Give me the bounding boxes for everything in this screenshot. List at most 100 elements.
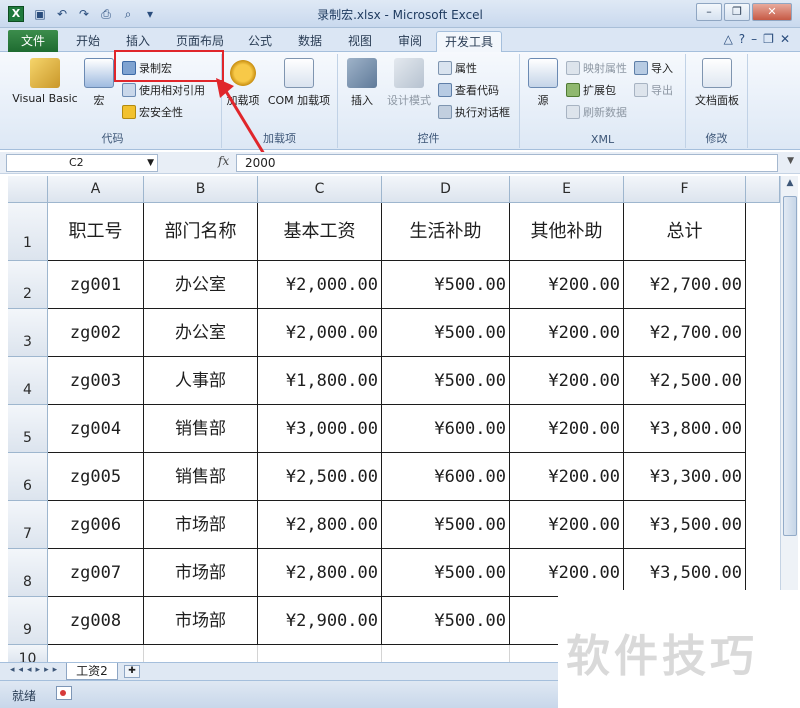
cell-a7[interactable]: zg006 xyxy=(48,501,144,549)
workbook-close-icon[interactable]: ✕ xyxy=(780,32,790,46)
cell-a9[interactable]: zg008 xyxy=(48,597,144,645)
row-header-9[interactable]: 9 xyxy=(8,597,48,645)
restore-icon[interactable]: ❐ xyxy=(724,3,750,21)
cell-c6[interactable]: ¥2,500.00 xyxy=(258,453,382,501)
cell-e3[interactable]: ¥200.00 xyxy=(510,309,624,357)
cell-c3[interactable]: ¥2,000.00 xyxy=(258,309,382,357)
tab-review[interactable]: 审阅 xyxy=(390,31,430,52)
row-header-7[interactable]: 7 xyxy=(8,501,48,549)
name-box-dropdown-icon[interactable]: ▼ xyxy=(147,155,154,171)
name-box[interactable]: C2 ▼ xyxy=(6,154,158,172)
tab-insert[interactable]: 插入 xyxy=(118,31,158,52)
cell-d10[interactable] xyxy=(382,645,510,662)
cell-b4[interactable]: 人事部 xyxy=(144,357,258,405)
column-header-a[interactable]: A xyxy=(48,176,144,203)
tab-view[interactable]: 视图 xyxy=(340,31,380,52)
row-header-5[interactable]: 5 xyxy=(8,405,48,453)
com-addins-button[interactable]: COM 加载项 xyxy=(264,58,334,108)
cell-b10[interactable] xyxy=(144,645,258,662)
xml-source-button[interactable]: 源 xyxy=(524,58,562,108)
cell-e4[interactable]: ¥200.00 xyxy=(510,357,624,405)
row-header-3[interactable]: 3 xyxy=(8,309,48,357)
cell-a10[interactable] xyxy=(48,645,144,662)
close-icon[interactable]: ✕ xyxy=(752,3,792,21)
cell-b6[interactable]: 销售部 xyxy=(144,453,258,501)
column-header-d[interactable]: D xyxy=(382,176,510,203)
cell-b7[interactable]: 市场部 xyxy=(144,501,258,549)
cell-c7[interactable]: ¥2,800.00 xyxy=(258,501,382,549)
cell-b3[interactable]: 办公室 xyxy=(144,309,258,357)
cell-f7[interactable]: ¥3,500.00 xyxy=(624,501,746,549)
cell-f3[interactable]: ¥2,700.00 xyxy=(624,309,746,357)
row-header-2[interactable]: 2 xyxy=(8,261,48,309)
cell-b2[interactable]: 办公室 xyxy=(144,261,258,309)
tab-developer[interactable]: 开发工具 xyxy=(436,31,502,52)
row-header-6[interactable]: 6 xyxy=(8,453,48,501)
macro-recording-icon[interactable] xyxy=(56,686,72,700)
minimize-ribbon-icon[interactable]: △ xyxy=(724,32,733,46)
tab-home[interactable]: 开始 xyxy=(68,31,108,52)
cell-e7[interactable]: ¥200.00 xyxy=(510,501,624,549)
use-relative-references-button[interactable]: 使用相对引用 xyxy=(122,82,205,100)
cell-d6[interactable]: ¥600.00 xyxy=(382,453,510,501)
cell-f1[interactable]: 总计 xyxy=(624,203,746,261)
insert-control-button[interactable]: 插入 xyxy=(342,58,382,108)
cell-d8[interactable]: ¥500.00 xyxy=(382,549,510,597)
cell-a8[interactable]: zg007 xyxy=(48,549,144,597)
cell-e1[interactable]: 其他补助 xyxy=(510,203,624,261)
help-icon[interactable]: ? xyxy=(739,32,745,46)
tab-formulas[interactable]: 公式 xyxy=(242,31,278,52)
cell-e6[interactable]: ¥200.00 xyxy=(510,453,624,501)
properties-button[interactable]: 属性 xyxy=(438,60,477,78)
cell-e5[interactable]: ¥200.00 xyxy=(510,405,624,453)
xml-import-button[interactable]: 导入 xyxy=(634,60,673,78)
cell-f6[interactable]: ¥3,300.00 xyxy=(624,453,746,501)
cell-a2[interactable]: zg001 xyxy=(48,261,144,309)
cell-a3[interactable]: zg002 xyxy=(48,309,144,357)
select-all-corner[interactable] xyxy=(8,176,48,203)
visual-basic-button[interactable]: Visual Basic xyxy=(8,58,82,105)
refresh-data-button[interactable]: 刷新数据 xyxy=(566,104,627,122)
macro-security-button[interactable]: 宏安全性 xyxy=(122,104,183,122)
cell-b1[interactable]: 部门名称 xyxy=(144,203,258,261)
macros-button[interactable]: 宏 xyxy=(84,58,114,108)
cell-b8[interactable]: 市场部 xyxy=(144,549,258,597)
column-header-f[interactable]: F xyxy=(624,176,746,203)
cell-c9[interactable]: ¥2,900.00 xyxy=(258,597,382,645)
column-header-c[interactable]: C xyxy=(258,176,382,203)
map-properties-button[interactable]: 映射属性 xyxy=(566,60,627,78)
design-mode-button[interactable]: 设计模式 xyxy=(384,58,434,108)
scroll-up-icon[interactable]: ▲ xyxy=(783,178,797,194)
scroll-thumb[interactable] xyxy=(783,196,797,536)
minimize-icon[interactable]: – xyxy=(696,3,722,21)
cell-d1[interactable]: 生活补助 xyxy=(382,203,510,261)
tab-data[interactable]: 数据 xyxy=(290,31,330,52)
xml-export-button[interactable]: 导出 xyxy=(634,82,673,100)
cell-c5[interactable]: ¥3,000.00 xyxy=(258,405,382,453)
cell-d7[interactable]: ¥500.00 xyxy=(382,501,510,549)
row-header-1[interactable]: 1 xyxy=(8,203,48,261)
document-panel-button[interactable]: 文档面板 xyxy=(688,58,746,108)
cell-c8[interactable]: ¥2,800.00 xyxy=(258,549,382,597)
expand-formula-bar-icon[interactable]: ▼ xyxy=(787,156,794,166)
expansion-packs-button[interactable]: 扩展包 xyxy=(566,82,616,100)
cell-b5[interactable]: 销售部 xyxy=(144,405,258,453)
sheet-tab-active[interactable]: 工资2 xyxy=(66,663,118,680)
cell-f5[interactable]: ¥3,800.00 xyxy=(624,405,746,453)
cell-a6[interactable]: zg005 xyxy=(48,453,144,501)
tab-page-layout[interactable]: 页面布局 xyxy=(168,31,232,52)
row-header-10[interactable]: 10 xyxy=(8,645,48,662)
workbook-minimize-icon[interactable]: – xyxy=(751,32,757,46)
column-header-e[interactable]: E xyxy=(510,176,624,203)
cell-d4[interactable]: ¥500.00 xyxy=(382,357,510,405)
cell-c2[interactable]: ¥2,000.00 xyxy=(258,261,382,309)
cell-e2[interactable]: ¥200.00 xyxy=(510,261,624,309)
cell-d2[interactable]: ¥500.00 xyxy=(382,261,510,309)
cell-c1[interactable]: 基本工资 xyxy=(258,203,382,261)
sheet-nav-icons[interactable]: ◂◂◂▸▸▸ xyxy=(10,665,61,675)
cell-a1[interactable]: 职工号 xyxy=(48,203,144,261)
cell-a4[interactable]: zg003 xyxy=(48,357,144,405)
cell-a5[interactable]: zg004 xyxy=(48,405,144,453)
tab-file[interactable]: 文件 xyxy=(8,30,58,52)
workbook-restore-icon[interactable]: ❐ xyxy=(763,32,774,46)
